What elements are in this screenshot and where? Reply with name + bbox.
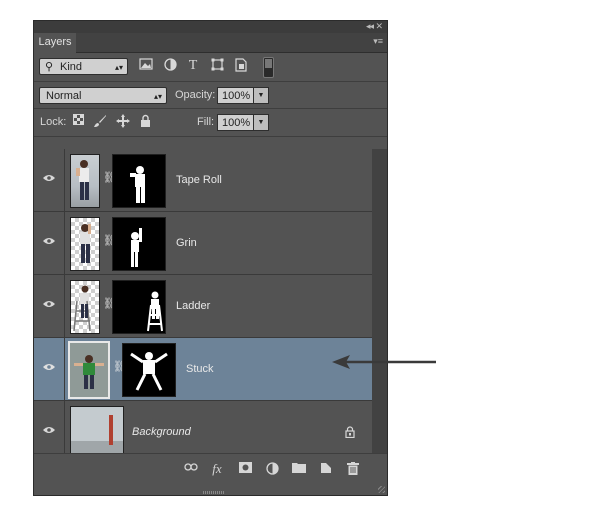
- visibility-column: [34, 275, 65, 337]
- layer-thumbnail[interactable]: [70, 280, 100, 334]
- layer-mask-thumbnail[interactable]: [112, 280, 166, 334]
- panel-menu-icon[interactable]: ▾≡: [373, 36, 383, 47]
- lock-transparent-pixels-icon[interactable]: [71, 114, 85, 128]
- panel-tab-row: Layers ▾≡: [34, 33, 387, 53]
- person-photo-icon: [70, 343, 108, 397]
- corner-resize-handle[interactable]: [378, 486, 385, 493]
- layers-list: ⛓ Tape Roll ⛓ Grin ⛓ Ladder ⛓ Stuck Back…: [34, 149, 372, 464]
- lock-position-move-icon[interactable]: [116, 114, 130, 128]
- fill-input[interactable]: 100%: [217, 114, 254, 131]
- layer-thumbnail[interactable]: [70, 217, 100, 271]
- link-chain-icon[interactable]: ⛓: [103, 297, 117, 311]
- person-photo-icon: [73, 285, 91, 332]
- link-layers-icon[interactable]: [184, 462, 198, 476]
- layer-locked-icon[interactable]: [345, 426, 355, 438]
- add-mask-icon[interactable]: [238, 462, 252, 476]
- image-filter-icon[interactable]: [138, 58, 154, 74]
- lock-row: Lock: Fill: 100% ▼: [34, 108, 387, 137]
- layer-row-tape-roll[interactable]: ⛓ Tape Roll: [34, 149, 372, 212]
- filter-row: ⚲ Kind ▴▾ T: [34, 53, 387, 82]
- link-chain-icon[interactable]: ⛓: [103, 171, 117, 185]
- opacity-dropdown-button[interactable]: ▼: [253, 87, 269, 104]
- layer-row-ladder[interactable]: ⛓ Ladder: [34, 275, 372, 338]
- layers-bottom-toolbar: fx: [34, 453, 387, 484]
- lock-label: Lock:: [40, 116, 67, 128]
- visibility-column: [34, 338, 65, 400]
- eye-icon[interactable]: [43, 237, 55, 245]
- layer-name[interactable]: Tape Roll: [176, 174, 222, 186]
- lock-all-icon[interactable]: [138, 114, 152, 128]
- new-group-folder-icon[interactable]: [292, 462, 306, 476]
- mask-silhouette-icon: [130, 352, 168, 391]
- visibility-column: [34, 212, 65, 274]
- updown-arrows-icon: ▴▾: [153, 92, 162, 101]
- background-photo-icon: [71, 407, 123, 459]
- layer-name[interactable]: Background: [132, 426, 191, 438]
- layer-row-grin[interactable]: ⛓ Grin: [34, 212, 372, 275]
- smart-object-filter-icon[interactable]: [233, 58, 249, 74]
- mask-silhouette-icon: [130, 166, 145, 203]
- layer-name[interactable]: Ladder: [176, 300, 210, 312]
- layer-thumbnail[interactable]: [70, 154, 100, 208]
- new-layer-icon[interactable]: [319, 462, 333, 476]
- tab-layers[interactable]: Layers: [34, 33, 76, 53]
- layer-mask-thumbnail[interactable]: [122, 343, 176, 397]
- filter-toggle-switch[interactable]: [263, 57, 274, 78]
- fill-dropdown-button[interactable]: ▼: [253, 114, 269, 131]
- link-chain-icon[interactable]: ⛓: [113, 360, 127, 374]
- updown-arrows-icon: ▴▾: [114, 63, 123, 72]
- link-chain-icon[interactable]: ⛓: [103, 234, 117, 248]
- layers-scrollbar[interactable]: [372, 149, 387, 453]
- lock-image-pixels-brush-icon[interactable]: [93, 114, 107, 128]
- eye-icon[interactable]: [43, 174, 55, 182]
- close-panel-icon[interactable]: ✕: [375, 21, 383, 32]
- pointer-arrow-icon: [332, 355, 436, 369]
- shape-filter-icon[interactable]: [209, 58, 225, 74]
- filter-kind-label: Kind: [60, 61, 83, 73]
- layer-mask-thumbnail[interactable]: [112, 217, 166, 271]
- mask-silhouette-icon: [147, 291, 163, 332]
- panel-resize-grip[interactable]: [203, 491, 225, 494]
- fx-icon[interactable]: fx: [210, 462, 224, 476]
- layer-thumbnail[interactable]: [70, 406, 124, 460]
- adjustment-filter-icon[interactable]: [162, 58, 178, 74]
- search-icon: ⚲: [45, 61, 54, 73]
- panel-title-bar: ◂◂ ✕: [34, 21, 387, 33]
- layers-panel: ◂◂ ✕ Layers ▾≡ ⚲ Kind ▴▾ T Normal ▴▾ Opa…: [33, 20, 388, 496]
- delete-layer-trash-icon[interactable]: [346, 462, 360, 476]
- opacity-input[interactable]: 100%: [217, 87, 254, 104]
- blend-mode-value: Normal: [46, 90, 82, 102]
- mask-silhouette-icon: [131, 228, 142, 267]
- layer-thumbnail[interactable]: [68, 341, 110, 399]
- person-photo-icon: [80, 224, 91, 263]
- layer-mask-thumbnail[interactable]: [112, 154, 166, 208]
- layer-name[interactable]: Stuck: [186, 363, 214, 375]
- adjustment-layer-icon[interactable]: [265, 462, 279, 476]
- opacity-label: Opacity:: [175, 89, 216, 101]
- person-photo-icon: [76, 160, 89, 200]
- layer-row-stuck[interactable]: ⛓ Stuck: [34, 338, 372, 401]
- eye-icon[interactable]: [43, 363, 55, 371]
- blend-mode-dropdown[interactable]: Normal ▴▾: [39, 87, 167, 104]
- blend-row: Normal ▴▾ Opacity: 100% ▼: [34, 81, 387, 109]
- type-filter-icon[interactable]: T: [185, 58, 201, 74]
- filter-kind-dropdown[interactable]: ⚲ Kind ▴▾: [39, 58, 128, 75]
- eye-icon[interactable]: [43, 426, 55, 434]
- layer-name[interactable]: Grin: [176, 237, 197, 249]
- eye-icon[interactable]: [43, 300, 55, 308]
- fill-label: Fill:: [197, 116, 215, 128]
- visibility-column: [34, 149, 65, 211]
- collapse-panel-icon[interactable]: ◂◂: [366, 21, 374, 32]
